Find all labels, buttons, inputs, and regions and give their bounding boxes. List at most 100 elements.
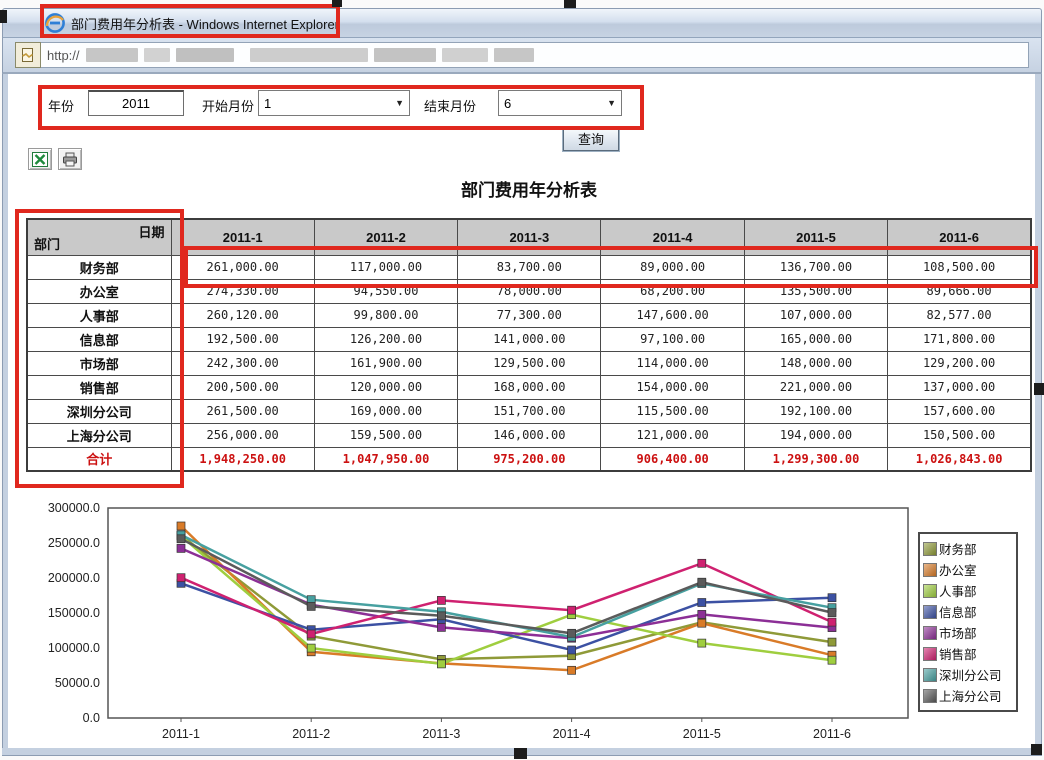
excel-export-icon[interactable] [28, 148, 52, 170]
row-label: 销售部 [27, 375, 171, 399]
value-cell: 99,800.00 [314, 303, 457, 327]
value-cell: 82,577.00 [888, 303, 1031, 327]
value-cell: 78,000.00 [458, 279, 601, 303]
chart-legend: 财务部办公室人事部信息部市场部销售部深圳分公司上海分公司 [918, 532, 1018, 712]
row-label: 上海分公司 [27, 423, 171, 447]
value-cell: 975,200.00 [458, 447, 601, 471]
scan-artifact [332, 0, 342, 7]
value-cell: 169,000.00 [314, 399, 457, 423]
row-label: 市场部 [27, 351, 171, 375]
legend-swatch-icon [923, 605, 937, 619]
value-cell: 141,000.00 [458, 327, 601, 351]
value-cell: 168,000.00 [458, 375, 601, 399]
value-cell: 126,200.00 [314, 327, 457, 351]
start-month-value: 1 [264, 96, 271, 111]
line-chart: 0.050000.0100000.0150000.0200000.0250000… [0, 495, 1044, 755]
value-cell: 221,000.00 [744, 375, 887, 399]
row-label: 合计 [27, 447, 171, 471]
redacted-url-block [442, 48, 488, 62]
value-cell: 148,000.00 [744, 351, 887, 375]
value-cell: 137,000.00 [888, 375, 1031, 399]
legend-swatch-icon [923, 668, 937, 682]
address-bar: http:// [2, 38, 1042, 74]
value-cell: 89,666.00 [888, 279, 1031, 303]
report-title: 部门费用年分析表 [26, 176, 1032, 201]
value-cell: 242,300.00 [171, 351, 314, 375]
scan-artifact [564, 0, 576, 8]
value-cell: 117,000.00 [314, 255, 457, 279]
column-header: 2011-5 [744, 219, 887, 255]
svg-text:2011-3: 2011-3 [422, 727, 460, 741]
table-row: 信息部192,500.00126,200.00141,000.0097,100.… [27, 327, 1031, 351]
legend-swatch-icon [923, 584, 937, 598]
value-cell: 83,700.00 [458, 255, 601, 279]
value-cell: 1,299,300.00 [744, 447, 887, 471]
legend-label: 办公室 [939, 560, 977, 579]
legend-item: 信息部 [923, 601, 1013, 622]
scan-artifact [1034, 383, 1044, 395]
legend-label: 人事部 [939, 581, 977, 600]
value-cell: 261,000.00 [171, 255, 314, 279]
value-cell: 89,000.00 [601, 255, 744, 279]
svg-text:2011-6: 2011-6 [813, 727, 851, 741]
value-cell: 107,000.00 [744, 303, 887, 327]
start-month-select[interactable]: 1 ▼ [258, 90, 410, 116]
value-cell: 146,000.00 [458, 423, 601, 447]
value-cell: 129,200.00 [888, 351, 1031, 375]
svg-text:2011-1: 2011-1 [162, 727, 200, 741]
table-row: 市场部242,300.00161,900.00129,500.00114,000… [27, 351, 1031, 375]
value-cell: 108,500.00 [888, 255, 1031, 279]
legend-swatch-icon [923, 689, 937, 703]
end-month-select[interactable]: 6 ▼ [498, 90, 622, 116]
svg-text:200000.0: 200000.0 [48, 571, 100, 585]
redacted-url-block [494, 48, 534, 62]
redacted-url-block [176, 48, 234, 62]
redacted-url-block [250, 48, 368, 62]
row-label: 人事部 [27, 303, 171, 327]
table-row: 财务部261,000.00117,000.0083,700.0089,000.0… [27, 255, 1031, 279]
legend-label: 财务部 [939, 539, 977, 558]
table-row: 上海分公司256,000.00159,500.00146,000.00121,0… [27, 423, 1031, 447]
value-cell: 129,500.00 [458, 351, 601, 375]
value-cell: 151,700.00 [458, 399, 601, 423]
query-button[interactable]: 查询 [563, 129, 619, 151]
value-cell: 906,400.00 [601, 447, 744, 471]
value-cell: 194,000.00 [744, 423, 887, 447]
internet-explorer-icon [45, 13, 65, 33]
legend-label: 信息部 [939, 602, 977, 621]
value-cell: 154,000.00 [601, 375, 744, 399]
value-cell: 136,700.00 [744, 255, 887, 279]
print-icon[interactable] [58, 148, 82, 170]
legend-label: 深圳分公司 [939, 665, 1002, 684]
legend-item: 办公室 [923, 559, 1013, 580]
browser-window: 部门费用年分析表 - Windows Internet Explorer htt… [0, 0, 1044, 760]
redacted-url-block [86, 48, 138, 62]
corner-header-cell: 部门日期 [27, 219, 171, 255]
legend-item: 上海分公司 [923, 685, 1013, 706]
year-input[interactable] [88, 90, 184, 116]
value-cell: 161,900.00 [314, 351, 457, 375]
legend-swatch-icon [923, 542, 937, 556]
legend-item: 深圳分公司 [923, 664, 1013, 685]
scan-artifact [0, 10, 7, 23]
svg-text:2011-5: 2011-5 [683, 727, 721, 741]
chevron-down-icon: ▼ [607, 98, 616, 108]
year-label: 年份 [48, 96, 74, 115]
legend-item: 市场部 [923, 622, 1013, 643]
legend-label: 市场部 [939, 623, 977, 642]
legend-label: 销售部 [939, 644, 977, 663]
column-header: 2011-1 [171, 219, 314, 255]
legend-item: 财务部 [923, 538, 1013, 559]
url-input[interactable]: http:// [41, 42, 1029, 68]
value-cell: 1,026,843.00 [888, 447, 1031, 471]
table-row: 深圳分公司261,500.00169,000.00151,700.00115,5… [27, 399, 1031, 423]
column-header: 2011-2 [314, 219, 457, 255]
table-header-row: 部门日期2011-12011-22011-32011-42011-52011-6 [27, 219, 1031, 255]
table-row: 人事部260,120.0099,800.0077,300.00147,600.0… [27, 303, 1031, 327]
value-cell: 261,500.00 [171, 399, 314, 423]
value-cell: 165,000.00 [744, 327, 887, 351]
svg-text:100000.0: 100000.0 [48, 641, 100, 655]
window-title: 部门费用年分析表 - Windows Internet Explorer [71, 14, 339, 33]
table-row: 合计1,948,250.001,047,950.00975,200.00906,… [27, 447, 1031, 471]
svg-text:2011-4: 2011-4 [553, 727, 591, 741]
